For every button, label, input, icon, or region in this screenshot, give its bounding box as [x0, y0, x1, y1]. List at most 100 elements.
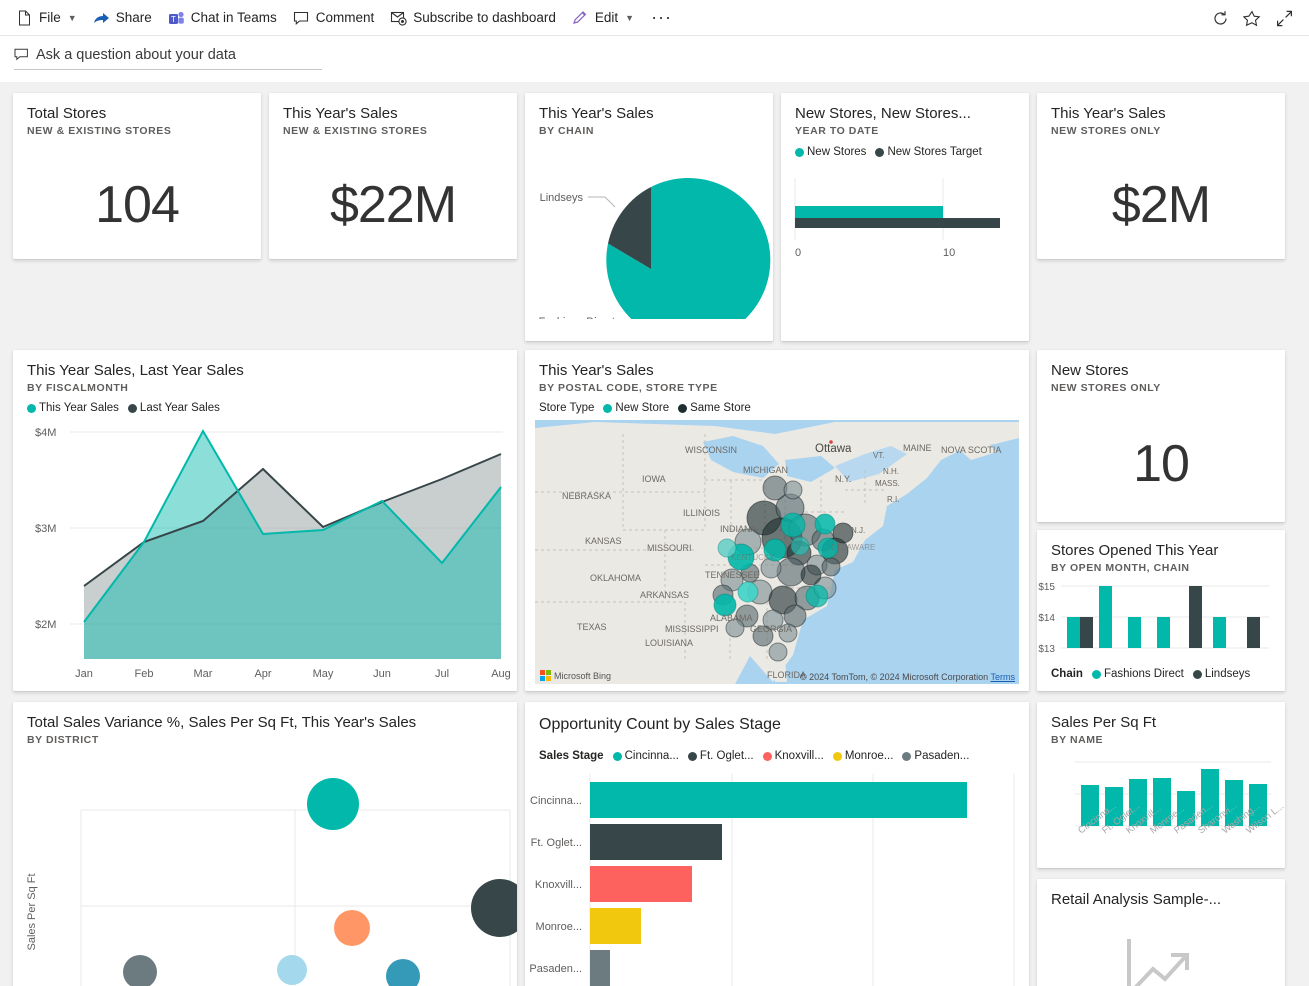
tile-title: Stores Opened This Year — [1051, 542, 1271, 560]
svg-text:LOUISIANA: LOUISIANA — [645, 638, 693, 648]
file-menu-button[interactable]: File ▼ — [8, 4, 85, 32]
map-canvas: WISCONSIN MICHIGAN IOWA NEBRASKA ILLINOI… — [535, 420, 1019, 684]
tile-this-years-sales-all[interactable]: This Year's Sales NEW & EXISTING STORES … — [269, 93, 517, 259]
tile-subtitle: NEW STORES ONLY — [1051, 125, 1271, 137]
bubble-li-01 — [123, 955, 157, 986]
x-tick-jun: Jun — [373, 668, 391, 680]
legend-item-same-store[interactable]: Same Store — [678, 402, 751, 414]
tile-title: Total Stores — [27, 105, 247, 123]
legend-item-solution[interactable]: Knoxvill... — [763, 750, 824, 762]
more-options-button[interactable]: ··· — [642, 4, 681, 32]
bar-lead — [590, 782, 967, 818]
x-tick-may: May — [313, 668, 334, 680]
bing-squares-icon — [540, 670, 551, 681]
chat-in-teams-button[interactable]: T Chat in Teams — [160, 4, 285, 32]
map-legend-title: Store Type — [539, 402, 594, 414]
bubble-fd-02 — [471, 879, 517, 937]
tile-sales-by-chain[interactable]: This Year's Sales BY CHAIN Lindseys Fash… — [525, 93, 773, 341]
bing-label: Microsoft Bing — [554, 671, 611, 681]
tile-new-stores-ytd[interactable]: New Stores, New Stores... YEAR TO DATE N… — [781, 93, 1029, 341]
legend-item-finalize[interactable]: Pasaden... — [902, 750, 969, 762]
pie-chart-sales-by-chain: Lindseys Fashions Direct — [525, 139, 773, 319]
tile-retail-analysis-sample[interactable]: Retail Analysis Sample-... — [1037, 879, 1285, 986]
tile-total-stores[interactable]: Total Stores NEW & EXISTING STORES 104 — [13, 93, 261, 259]
share-button[interactable]: Share — [85, 4, 160, 32]
legend-item-proposal[interactable]: Monroe... — [833, 750, 894, 762]
area-chart-this-year-last-year: $4M $3M $2M Jan Feb Mar Apr May Jun Jul … — [13, 414, 517, 684]
qna-input[interactable]: Ask a question about your data — [14, 40, 322, 70]
y-tick-1: $14 — [1038, 613, 1055, 624]
svg-text:WISCONSIN: WISCONSIN — [685, 445, 737, 455]
bar-jul-li — [1247, 617, 1260, 648]
legend-swatch-icon — [1092, 670, 1101, 679]
legend-item-new-store[interactable]: New Store — [603, 402, 669, 414]
qna-comment-icon — [14, 48, 29, 62]
svg-text:IOWA: IOWA — [642, 474, 666, 484]
svg-text:N.Y.: N.Y. — [835, 474, 851, 484]
legend-swatch-icon — [795, 148, 804, 157]
svg-text:GEORGIA: GEORGIA — [750, 624, 792, 634]
map-attribution-text: © 2024 TomTom, © 2024 Microsoft Corporat… — [800, 672, 988, 682]
bubble-map[interactable]: WISCONSIN MICHIGAN IOWA NEBRASKA ILLINOI… — [535, 420, 1019, 684]
subscribe-button[interactable]: Subscribe to dashboard — [382, 4, 564, 32]
column-chart-stores-opened: $15 $14 $13 — [1037, 578, 1285, 664]
svg-text:TENNESSEE: TENNESSEE — [705, 570, 760, 580]
total-stores-value: 104 — [13, 175, 261, 235]
legend-item-new-stores-target[interactable]: New Stores Target — [875, 146, 981, 158]
qna-bar: Ask a question about your data — [0, 36, 1309, 82]
svg-text:MISSOURI: MISSOURI — [647, 543, 692, 553]
legend-item-this-year-sales[interactable]: This Year Sales — [27, 402, 119, 414]
legend-item-fashions-direct[interactable]: Fashions Direct — [1092, 668, 1184, 680]
tile-sales-per-sqft[interactable]: Sales Per Sq Ft BY NAME — [1037, 702, 1285, 868]
edit-button[interactable]: Edit ▼ — [564, 4, 642, 32]
x-tick-mar: Mar — [194, 668, 213, 680]
tile-title: This Year's Sales — [539, 362, 1015, 380]
bubble-li-05 — [386, 959, 420, 986]
bar-feb-fd — [1099, 586, 1112, 648]
tile-opportunity-count[interactable]: Opportunity Count by Sales Stage Sales S… — [525, 702, 1029, 986]
gauge-legend: New Stores New Stores Target — [795, 146, 1015, 158]
cat-label-qualify: Ft. Oglet... — [531, 837, 582, 849]
comment-button[interactable]: Comment — [285, 4, 383, 32]
subscribe-icon — [390, 9, 407, 26]
fullscreen-icon[interactable] — [1269, 4, 1299, 32]
svg-text:NEBRASKA: NEBRASKA — [562, 491, 611, 501]
pie-label-lindseys: Lindseys — [540, 192, 584, 204]
tile-subtitle: NEW & EXISTING STORES — [27, 125, 247, 137]
gauge-tick-0: 0 — [795, 247, 801, 259]
bubble-chart-district: Sales Per Sq Ft 0 100 200 — [13, 746, 517, 986]
tile-title: New Stores, New Stores... — [795, 105, 1015, 123]
qna-placeholder: Ask a question about your data — [36, 47, 236, 63]
tile-stores-opened[interactable]: Stores Opened This Year BY OPEN MONTH, C… — [1037, 530, 1285, 691]
x-tick-apr: Apr — [254, 668, 271, 680]
bubble-fd-01 — [307, 778, 359, 830]
legend-swatch-icon — [603, 404, 612, 413]
refresh-icon[interactable] — [1205, 4, 1235, 32]
tile-map[interactable]: This Year's Sales BY POSTAL CODE, STORE … — [525, 350, 1029, 691]
map-terms-link[interactable]: Terms — [991, 672, 1016, 682]
legend-swatch-icon — [688, 752, 697, 761]
svg-text:N.H.: N.H. — [883, 467, 899, 476]
legend-item-new-stores[interactable]: New Stores — [795, 146, 866, 158]
tile-area-chart[interactable]: This Year Sales, Last Year Sales BY FISC… — [13, 350, 517, 691]
ty-sales-new-value: $2M — [1037, 175, 1285, 235]
bar-finalize — [590, 950, 610, 986]
legend-item-lindseys[interactable]: Lindseys — [1193, 668, 1250, 680]
bar-mar-fd — [1128, 617, 1141, 648]
legend-swatch-icon — [678, 404, 687, 413]
legend-item-last-year-sales[interactable]: Last Year Sales — [128, 402, 220, 414]
column-chart-sales-per-sqft: Cincinna... Ft. Oglet... Knoxvill... Mon… — [1037, 748, 1285, 866]
tile-scatter-district[interactable]: Total Sales Variance %, Sales Per Sq Ft,… — [13, 702, 517, 986]
tile-this-years-sales-new[interactable]: This Year's Sales NEW STORES ONLY $2M — [1037, 93, 1285, 259]
y-tick-3m: $3M — [35, 523, 56, 535]
tile-subtitle: NEW & EXISTING STORES — [283, 125, 503, 137]
legend-item-qualify[interactable]: Ft. Oglet... — [688, 750, 754, 762]
svg-text:MASS.: MASS. — [875, 479, 900, 488]
svg-text:INDIANA: INDIANA — [720, 524, 757, 534]
legend-item-lead[interactable]: Cincinna... — [613, 750, 679, 762]
svg-text:MICHIGAN: MICHIGAN — [743, 465, 788, 475]
chevron-down-icon: ▼ — [625, 13, 634, 23]
tile-new-stores-count[interactable]: New Stores NEW STORES ONLY 10 — [1037, 350, 1285, 522]
favorite-star-icon[interactable] — [1237, 4, 1267, 32]
tile-subtitle: YEAR TO DATE — [795, 125, 1015, 137]
